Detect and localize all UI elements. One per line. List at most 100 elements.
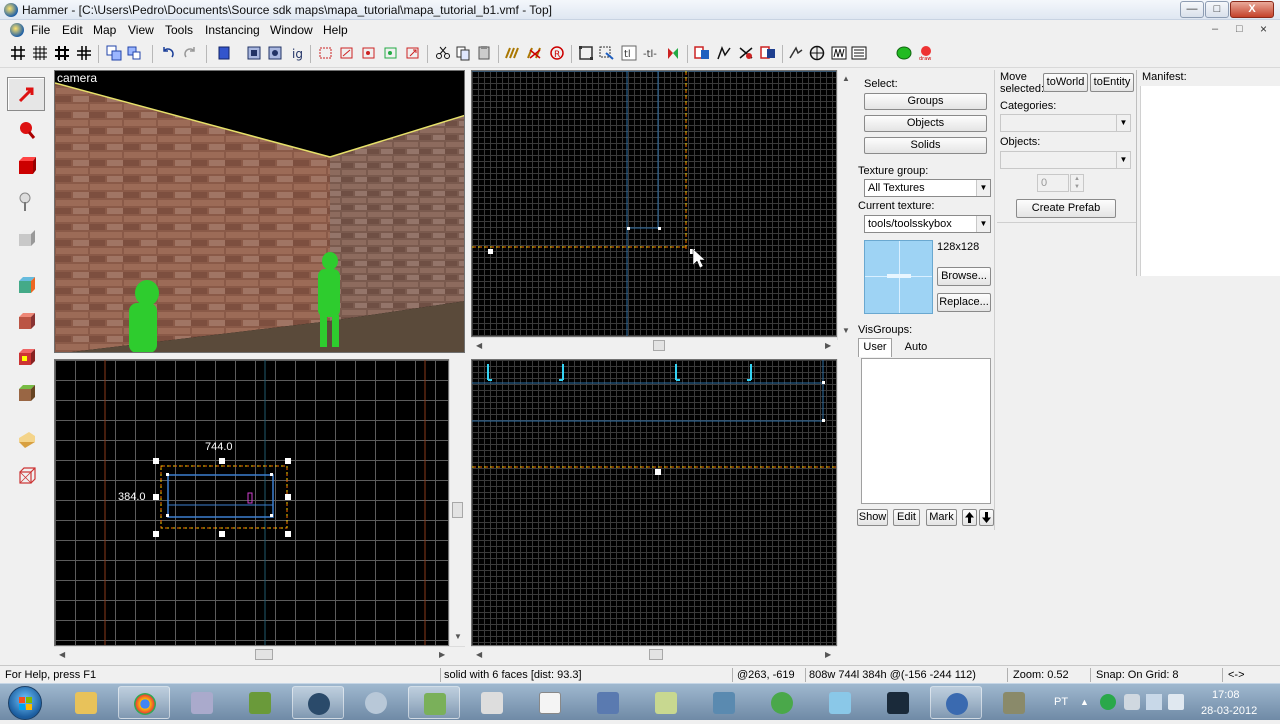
rotate-icon[interactable] xyxy=(738,45,754,61)
current-texture-select[interactable]: tools/toolsskybox ▼ xyxy=(864,215,991,233)
to-world-button[interactable]: toWorld xyxy=(1043,73,1088,92)
toggle-select-icon[interactable] xyxy=(598,45,614,61)
clock-date[interactable]: 28-03-2012 xyxy=(1201,705,1257,717)
browse-button[interactable]: Browse... xyxy=(937,267,991,286)
grid-snap-icon[interactable] xyxy=(76,45,92,61)
menu-tools[interactable]: Tools xyxy=(165,23,193,37)
vertex-icon[interactable] xyxy=(383,45,399,61)
network-status-icon[interactable] xyxy=(1146,694,1162,710)
leaf-icon[interactable] xyxy=(896,45,912,61)
taskbar-folder[interactable] xyxy=(640,686,692,719)
panel-collapse-arrow[interactable]: ▲ xyxy=(842,74,850,83)
texture-application-tool[interactable] xyxy=(7,267,45,301)
entity-report-icon[interactable]: ig xyxy=(289,45,305,61)
taskbar-steam-2[interactable] xyxy=(872,686,924,719)
select-groups-button[interactable]: Groups xyxy=(864,93,987,110)
objects-select[interactable]: ▼ xyxy=(1000,151,1131,169)
carve-icon[interactable] xyxy=(216,45,232,61)
front-viewport[interactable] xyxy=(471,359,837,646)
cubemap-icon[interactable] xyxy=(760,45,776,61)
taskbar-explorer[interactable] xyxy=(60,686,112,719)
replace-button[interactable]: Replace... xyxy=(937,293,991,312)
globe-tool-icon[interactable] xyxy=(809,45,825,61)
top-viewport-hscroll[interactable]: ◀ ▶ xyxy=(471,337,837,354)
side-viewport-vscroll[interactable]: ▼ xyxy=(449,359,465,646)
to-entity-button[interactable]: toEntity xyxy=(1090,73,1134,92)
camera-viewport[interactable]: camera xyxy=(54,70,465,353)
grid-smaller-icon[interactable] xyxy=(32,45,48,61)
menu-file[interactable]: File xyxy=(31,23,50,37)
select-objects-button[interactable]: Objects xyxy=(864,115,987,132)
taskbar-network[interactable] xyxy=(350,686,402,719)
group-icon[interactable] xyxy=(126,45,142,61)
texture-lock-icon[interactable] xyxy=(106,45,122,61)
mdi-minimize-button[interactable]: – xyxy=(1212,23,1218,35)
block-tool[interactable] xyxy=(7,220,45,254)
entity-tool[interactable] xyxy=(7,184,45,218)
close-button[interactable]: X xyxy=(1230,1,1274,18)
menu-map[interactable]: Map xyxy=(93,23,116,37)
maximize-button[interactable]: □ xyxy=(1205,1,1229,18)
camera-tool[interactable] xyxy=(7,148,45,182)
language-indicator[interactable]: PT xyxy=(1054,696,1068,708)
top-viewport[interactable] xyxy=(471,70,837,337)
taskbar-chrome[interactable] xyxy=(118,686,170,719)
objects-count-spinner[interactable]: ▲ ▼ xyxy=(1070,174,1084,192)
tab-auto[interactable]: Auto xyxy=(898,340,934,357)
decal-tool[interactable] xyxy=(7,339,45,373)
start-button[interactable] xyxy=(8,686,42,720)
document-icon[interactable] xyxy=(10,23,24,37)
taskbar-paper[interactable] xyxy=(466,686,518,719)
minimize-button[interactable]: — xyxy=(1180,1,1204,18)
tab-user[interactable]: User xyxy=(858,338,892,357)
menu-edit[interactable]: Edit xyxy=(62,23,83,37)
undo-icon[interactable] xyxy=(160,45,176,61)
side-viewport-hscroll[interactable]: ◀ ▶ xyxy=(54,646,465,663)
objects-count-field[interactable]: 0 xyxy=(1037,174,1069,192)
clock-time[interactable]: 17:08 xyxy=(1212,689,1240,701)
mdi-close-button[interactable]: × xyxy=(1260,22,1267,36)
taskbar-steam[interactable] xyxy=(292,686,344,719)
visgroups-mark-button[interactable]: Mark xyxy=(926,509,957,526)
decal-icon[interactable] xyxy=(455,45,471,61)
clipping-tool[interactable] xyxy=(7,422,45,456)
tray-flag-icon[interactable] xyxy=(1124,694,1140,710)
taskbar-security[interactable] xyxy=(698,686,750,719)
menu-instancing[interactable]: Instancing xyxy=(205,23,260,37)
volume-icon[interactable] xyxy=(1168,694,1184,710)
redo-icon[interactable] xyxy=(182,45,198,61)
wireframe-icon[interactable]: R xyxy=(549,45,565,61)
texture-lock-toggle-icon[interactable]: tl xyxy=(621,45,637,61)
compile-icon[interactable] xyxy=(339,45,355,61)
check-map-icon[interactable] xyxy=(318,45,334,61)
select-solids-button[interactable]: Solids xyxy=(864,137,987,154)
magnify-tool[interactable] xyxy=(7,112,45,146)
taskbar-map[interactable] xyxy=(814,686,866,719)
taskbar-globe[interactable] xyxy=(930,686,982,719)
texture-icon[interactable] xyxy=(435,45,451,61)
visgroups-up-button[interactable] xyxy=(962,509,977,526)
taskbar-paint[interactable] xyxy=(582,686,634,719)
autovis-icon[interactable] xyxy=(505,45,521,61)
draw-icon[interactable]: draw xyxy=(918,45,934,61)
selection-tool[interactable] xyxy=(7,77,45,111)
taskbar-utorrent[interactable] xyxy=(756,686,808,719)
visgroups-edit-button[interactable]: Edit xyxy=(893,509,920,526)
visgroups-show-button[interactable]: Show xyxy=(857,509,888,526)
texture-group-select[interactable]: All Textures ▼ xyxy=(864,179,991,197)
show-icon[interactable] xyxy=(267,45,283,61)
clip-icon[interactable] xyxy=(361,45,377,61)
materials-icon[interactable] xyxy=(851,45,867,61)
menu-help[interactable]: Help xyxy=(323,23,348,37)
vertex-tool[interactable] xyxy=(7,458,45,492)
menu-view[interactable]: View xyxy=(128,23,154,37)
side-viewport[interactable]: 744.0 384.0 xyxy=(54,359,449,646)
detail-icon[interactable] xyxy=(831,45,847,61)
snap-icon[interactable] xyxy=(788,45,804,61)
apply-texture-tool[interactable] xyxy=(7,303,45,337)
visgroups-list[interactable] xyxy=(861,358,991,504)
manifest-list[interactable] xyxy=(1140,86,1280,276)
categories-select[interactable]: ▼ xyxy=(1000,114,1131,132)
overlay-icon[interactable] xyxy=(476,45,492,61)
cordon-icon[interactable] xyxy=(527,45,543,61)
